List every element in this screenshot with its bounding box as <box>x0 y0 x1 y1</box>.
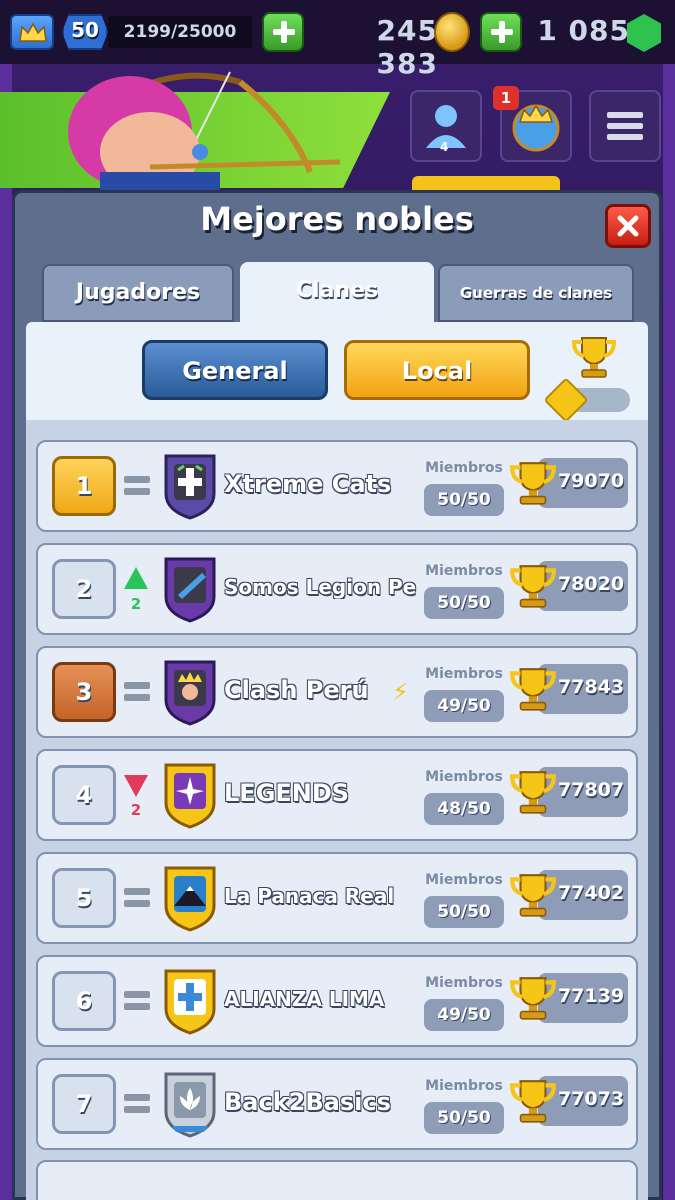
rank-badge: 5 <box>52 868 116 928</box>
trophy-count: 77807 <box>557 779 625 801</box>
rank-badge: 6 <box>52 971 116 1031</box>
no-change-icon <box>124 888 150 908</box>
clan-badge-icon <box>164 763 216 829</box>
xp-text: 2199/25000 <box>123 22 237 42</box>
clan-row-4[interactable]: 4 2 LEGENDS Miembros 48/50 77807 <box>36 749 638 841</box>
lightning-icon: ⚡ <box>392 678 409 706</box>
add-gems-button[interactable] <box>480 12 522 52</box>
trophy-icon <box>510 977 556 1020</box>
clan-row-2[interactable]: 2 2 Somos Legion Pe Miembros 50/50 78020 <box>36 543 638 635</box>
rank-change: 2 <box>130 595 142 613</box>
trophy-count: 77139 <box>557 985 625 1007</box>
rank-change: 2 <box>130 801 142 819</box>
rank-badge: 7 <box>52 1074 116 1134</box>
trophy-icon <box>510 1080 556 1123</box>
close-button[interactable] <box>605 204 651 248</box>
members-count: 50/50 <box>424 896 504 928</box>
tab-players[interactable]: Jugadores <box>42 264 234 322</box>
members-label: Miembros <box>425 872 503 888</box>
crown-icon[interactable] <box>10 14 54 50</box>
close-icon <box>617 215 639 237</box>
clan-row-5[interactable]: 5 La Panaca Real Miembros 50/50 77402 <box>36 852 638 944</box>
notification-badge: 1 <box>493 86 519 110</box>
trophy-icon <box>510 874 556 917</box>
archer-character-image <box>68 71 341 197</box>
members-label: Miembros <box>425 666 503 682</box>
clan-name: Clash Perú <box>224 676 369 704</box>
members-count: 49/50 <box>424 690 504 722</box>
panel-title: Mejores nobles <box>200 200 474 238</box>
clan-name: LEGENDS <box>224 779 350 807</box>
trophy-count: 77402 <box>557 882 625 904</box>
members-label: Miembros <box>425 1078 503 1094</box>
trophy-icon <box>571 337 617 378</box>
clan-row-3[interactable]: 3 Clash Perú ⚡ Miembros 49/50 77843 <box>36 646 638 738</box>
tab-clan-wars-label: Guerras de clanes <box>459 284 613 302</box>
friends-count: 4 <box>440 140 449 154</box>
members-label: Miembros <box>425 460 503 476</box>
level-number: 50 <box>71 18 99 42</box>
members-count: 49/50 <box>424 999 504 1031</box>
tab-clans[interactable]: Clanes <box>240 262 434 324</box>
trophy-icon <box>510 771 556 814</box>
members-label: Miembros <box>425 975 503 991</box>
clan-name: Xtreme Cats <box>224 470 392 498</box>
trophy-icon <box>510 565 556 608</box>
clan-badge-icon <box>164 557 216 623</box>
members-count: 48/50 <box>424 793 504 825</box>
members-label: Miembros <box>425 563 503 579</box>
tab-clans-label: Clanes <box>295 278 379 303</box>
tab-clan-wars[interactable]: Guerras de clanes <box>438 264 634 322</box>
tab-players-label: Jugadores <box>75 280 201 305</box>
clan-badge-icon <box>164 969 216 1035</box>
clan-badge-icon <box>164 866 216 932</box>
clan-name: ALIANZA LIMA <box>224 987 385 1011</box>
background-stripe-right <box>663 0 675 1200</box>
filter-local-button[interactable]: Local <box>344 340 530 400</box>
clan-name: La Panaca Real <box>224 884 395 908</box>
no-change-icon <box>124 682 150 702</box>
members-count: 50/50 <box>424 484 504 516</box>
clan-row-partial[interactable] <box>36 1160 638 1200</box>
trophy-count: 79070 <box>557 470 625 492</box>
rank-down-icon <box>124 775 148 797</box>
trophy-icon <box>510 462 556 505</box>
rank-badge: 1 <box>52 456 116 516</box>
clan-badge-icon <box>164 660 216 726</box>
trophy-count: 77843 <box>557 676 625 698</box>
clan-row-7[interactable]: 7 Back2Basics Miembros 50/50 77073 <box>36 1058 638 1150</box>
rank-badge: 3 <box>52 662 116 722</box>
menu-button[interactable] <box>589 90 661 162</box>
clan-name: Somos Legion Pe <box>224 575 417 599</box>
no-change-icon <box>124 476 150 496</box>
rank-badge: 2 <box>52 559 116 619</box>
clan-badge-icon <box>164 1072 216 1138</box>
filter-general-button[interactable]: General <box>142 340 328 400</box>
members-label: Miembros <box>425 769 503 785</box>
trophy-count: 77073 <box>557 1088 625 1110</box>
clan-row-1[interactable]: 1 Xtreme Cats Miembros 50/50 79070 <box>36 440 638 532</box>
rank-up-icon <box>124 567 148 589</box>
trophy-icon <box>510 668 556 711</box>
clan-badge-icon <box>164 454 216 520</box>
add-gold-button[interactable] <box>262 12 304 52</box>
no-change-icon <box>124 991 150 1011</box>
members-count: 50/50 <box>424 587 504 619</box>
members-count: 50/50 <box>424 1102 504 1134</box>
rank-badge: 4 <box>52 765 116 825</box>
clan-name: Back2Basics <box>224 1088 391 1116</box>
hamburger-menu-icon <box>607 112 643 140</box>
gems-amount: 1 085 <box>537 14 630 47</box>
gold-coin-icon <box>434 12 470 52</box>
clan-row-6[interactable]: 6 ALIANZA LIMA Miembros 49/50 77139 <box>36 955 638 1047</box>
trophy-count: 78020 <box>557 573 625 595</box>
no-change-icon <box>124 1094 150 1114</box>
